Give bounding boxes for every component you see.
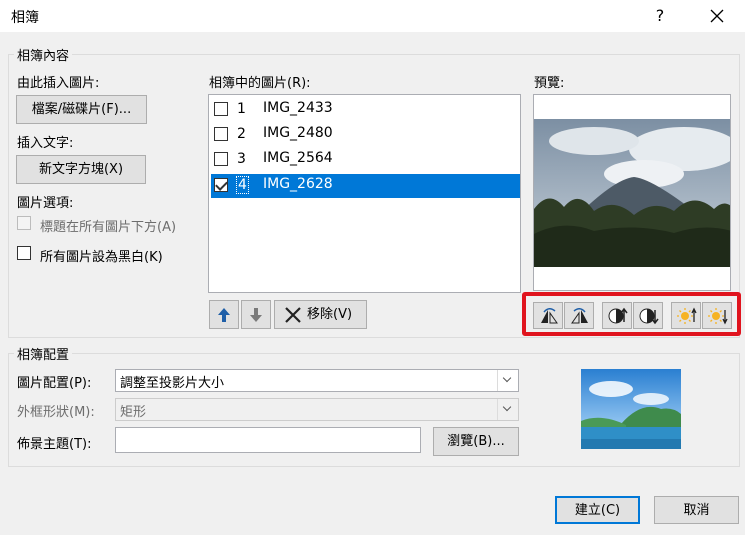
black-white-checkbox[interactable] <box>17 246 31 260</box>
picture-name: IMG_2433 <box>263 100 333 116</box>
list-item[interactable]: 3 IMG_2564 <box>211 148 520 172</box>
pictures-in-album-label: 相簿中的圖片(R): <box>209 76 311 91</box>
move-down-button[interactable] <box>241 300 271 329</box>
help-button[interactable]: ? <box>645 4 675 28</box>
frame-shape-value: 矩形 <box>120 405 147 420</box>
list-item[interactable]: 1 IMG_2433 <box>211 98 520 122</box>
black-white-label: 所有圖片設為黑白(K) <box>40 250 163 265</box>
theme-label: 佈景主題(T): <box>17 437 92 452</box>
arrow-up-icon <box>218 308 230 322</box>
chevron-down-icon <box>497 370 518 391</box>
picture-options-label: 圖片選項: <box>17 196 74 211</box>
remove-button-label: 移除(V) <box>307 307 353 322</box>
list-item[interactable]: 2 IMG_2480 <box>211 123 520 147</box>
brightness-down-icon <box>708 308 728 325</box>
rotate-right-icon <box>571 308 588 324</box>
contrast-down-icon <box>639 308 659 325</box>
preview-image <box>534 119 730 267</box>
frame-shape-label: 外框形狀(M): <box>17 405 95 420</box>
window-title: 相簿 <box>11 10 39 26</box>
picture-name: IMG_2480 <box>263 125 333 141</box>
picture-layout-value: 調整至投影片大小 <box>120 376 225 391</box>
brightness-up-button[interactable] <box>671 302 701 329</box>
close-button[interactable] <box>697 4 737 28</box>
layout-thumbnail <box>581 369 681 449</box>
brightness-up-icon <box>677 307 697 324</box>
picture-checkbox[interactable] <box>214 152 228 166</box>
contrast-up-button[interactable] <box>602 302 632 329</box>
remove-button[interactable]: 移除(V) <box>274 300 367 329</box>
chevron-down-icon <box>497 399 518 420</box>
new-textbox-button[interactable]: 新文字方塊(X) <box>16 155 146 184</box>
cancel-button[interactable]: 取消 <box>654 496 739 524</box>
picture-name: IMG_2628 <box>263 176 333 192</box>
arrow-down-icon <box>250 308 262 322</box>
album-content-group-label: 相簿內容 <box>14 45 73 64</box>
layout-preview-image <box>581 369 681 449</box>
rotate-left-button[interactable] <box>533 302 563 329</box>
contrast-down-button[interactable] <box>633 302 663 329</box>
theme-input[interactable] <box>115 427 421 453</box>
preview-label: 預覽: <box>534 76 565 91</box>
frame-shape-select[interactable]: 矩形 <box>115 398 519 421</box>
rotate-left-icon <box>541 308 558 324</box>
picture-checkbox[interactable] <box>214 127 228 141</box>
picture-number: 1 <box>237 101 246 117</box>
file-disk-button[interactable]: 檔案/磁碟片(F)... <box>16 95 147 124</box>
album-layout-group-label: 相簿配置 <box>14 344 73 363</box>
delete-x-icon <box>285 307 301 323</box>
picture-number: 3 <box>237 151 246 167</box>
contrast-up-icon <box>608 307 628 324</box>
picture-name: IMG_2564 <box>263 150 333 166</box>
insert-from-label: 由此插入圖片: <box>17 76 100 91</box>
captions-below-checkbox[interactable] <box>17 216 31 230</box>
create-button[interactable]: 建立(C) <box>555 496 640 524</box>
picture-layout-label: 圖片配置(P): <box>17 376 92 391</box>
brightness-down-button[interactable] <box>702 302 732 329</box>
picture-checkbox[interactable] <box>214 102 228 116</box>
close-icon <box>710 9 724 23</box>
rotate-right-button[interactable] <box>564 302 594 329</box>
pictures-list[interactable]: 1 IMG_2433 2 IMG_2480 3 IMG_2564 4 IMG_2… <box>208 94 521 293</box>
picture-number: 2 <box>237 126 246 142</box>
move-up-button[interactable] <box>209 300 239 329</box>
title-bar <box>0 0 745 32</box>
picture-number: 4 <box>236 176 249 194</box>
browse-button[interactable]: 瀏覽(B)... <box>433 427 519 456</box>
captions-below-label: 標題在所有圖片下方(A) <box>40 220 177 235</box>
insert-text-label: 插入文字: <box>17 136 74 151</box>
preview-pane <box>533 94 731 291</box>
picture-layout-select[interactable]: 調整至投影片大小 <box>115 369 519 392</box>
list-item[interactable]: 4 IMG_2628 <box>211 174 520 198</box>
picture-checkbox[interactable] <box>214 178 228 192</box>
